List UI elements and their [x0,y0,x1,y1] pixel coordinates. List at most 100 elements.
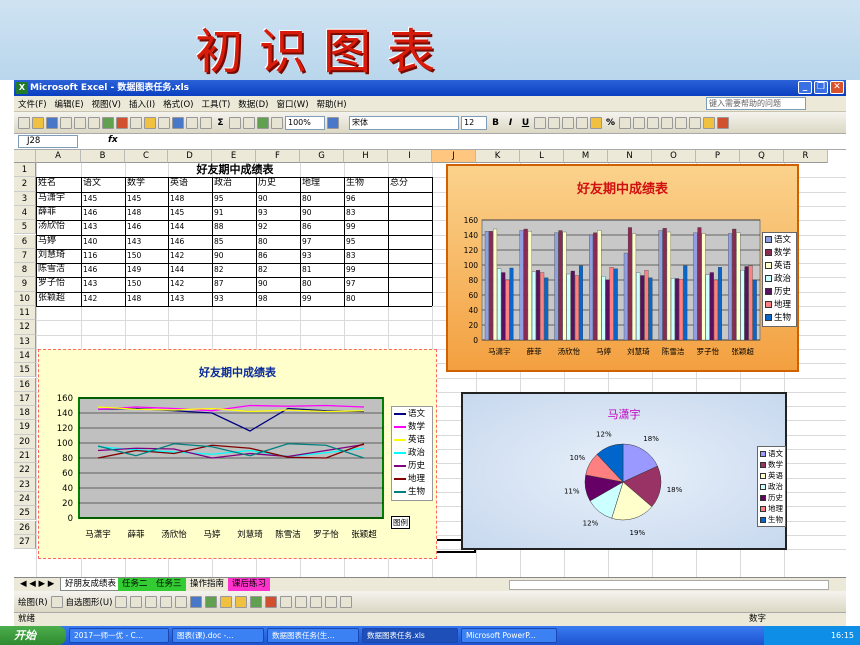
select-objects-icon[interactable] [50,595,63,608]
table-cell[interactable]: 90 [256,277,300,290]
table-cell[interactable]: 汤欣怡 [36,220,81,233]
table-cell[interactable]: 86 [256,249,300,262]
worksheet[interactable]: A B C D E F G H I J K L M N O P Q R 1 2 3 4 5 6 7 8 9 10 11 12 13 14 15 1… [14,150,846,577]
fill-color-icon[interactable] [703,116,715,129]
arrow-icon[interactable] [130,595,143,608]
row-header[interactable]: 8 [14,263,36,278]
row-header[interactable]: 22 [14,463,36,478]
menu-data[interactable]: 数据(D) [238,98,268,110]
fill-color-draw-icon[interactable] [235,595,248,608]
row-header[interactable]: 25 [14,506,36,521]
menu-insert[interactable]: 插入(I) [129,98,155,110]
table-header-cell[interactable]: 英语 [168,177,212,190]
column-header[interactable]: N [608,150,652,163]
column-header[interactable]: G [300,150,344,163]
wordart-icon[interactable] [190,595,203,608]
column-header[interactable]: B [81,150,125,163]
dash-style-icon[interactable] [295,595,308,608]
menu-window[interactable]: 窗口(W) [276,98,308,110]
comma-icon[interactable] [619,116,631,129]
menu-file[interactable]: 文件(F) [18,98,47,110]
row-header[interactable]: 12 [14,320,36,335]
new-icon[interactable] [18,116,30,129]
table-cell[interactable]: 142 [81,292,125,305]
table-header-cell[interactable]: 地理 [300,177,344,190]
row-header[interactable]: 1 [14,163,36,178]
autoshapes-menu[interactable]: 自选图形(U) [66,596,113,608]
shadow-icon[interactable] [325,595,338,608]
table-header-cell[interactable]: 数学 [125,177,168,190]
help-icon[interactable] [327,116,339,129]
table-cell[interactable]: 95 [344,235,388,248]
taskbar-item[interactable]: 数据图表任务(生... [267,628,359,643]
clipart-icon[interactable] [205,595,218,608]
table-cell[interactable]: 96 [344,192,388,205]
sort-asc-icon[interactable] [229,116,241,129]
table-header-cell[interactable]: 历史 [256,177,300,190]
font-select[interactable]: 宋体 [349,115,459,130]
column-header[interactable]: D [168,150,212,163]
table-cell[interactable]: 93 [212,292,256,305]
row-header[interactable]: 26 [14,520,36,535]
row-header[interactable]: 6 [14,234,36,249]
table-cell[interactable]: 张颖超 [36,292,81,305]
table-cell[interactable]: 146 [81,263,125,276]
row-header[interactable]: 27 [14,534,36,550]
table-cell[interactable]: 83 [344,249,388,262]
line-chart[interactable]: 好友期中成绩表 0 20 40 60 80 100 120 140 160 马潇宇 薛菲 汤欣怡 马婷 刘慧… [38,349,437,559]
row-header[interactable]: 2 [14,177,36,192]
hyperlink-icon[interactable] [200,116,212,129]
row-header[interactable]: 23 [14,477,36,492]
horizontal-scrollbar[interactable] [509,580,829,590]
table-cell[interactable]: 144 [168,220,212,233]
column-header[interactable]: H [344,150,388,163]
restore-button[interactable]: ❐ [814,81,828,94]
row-header[interactable]: 19 [14,420,36,435]
menu-format[interactable]: 格式(O) [163,98,193,110]
format-painter-icon[interactable] [158,116,170,129]
font-color-icon[interactable] [717,116,729,129]
row-header[interactable]: 16 [14,377,36,392]
textbox-icon[interactable] [175,595,188,608]
table-cell[interactable]: 99 [344,263,388,276]
table-cell[interactable]: 87 [212,277,256,290]
table-cell[interactable]: 92 [256,220,300,233]
table-cell[interactable]: 99 [300,292,344,305]
align-right-icon[interactable] [562,116,574,129]
row-header[interactable]: 7 [14,248,36,264]
column-header[interactable]: Q [740,150,784,163]
paste-icon[interactable] [144,116,156,129]
font-color-draw-icon[interactable] [265,595,278,608]
table-cell[interactable]: 99 [344,220,388,233]
table-cell[interactable]: 143 [168,292,212,305]
save-icon[interactable] [46,116,58,129]
row-header[interactable]: 15 [14,363,36,378]
permission-icon[interactable] [60,116,72,129]
row-header[interactable]: 4 [14,205,36,221]
menu-help[interactable]: 帮助(H) [317,98,347,110]
table-cell[interactable]: 145 [125,192,168,205]
table-cell[interactable]: 80 [256,235,300,248]
name-box[interactable]: J28 [18,135,78,148]
table-cell[interactable]: 148 [168,192,212,205]
currency-icon[interactable] [590,116,602,129]
table-cell[interactable]: 88 [212,220,256,233]
table-cell[interactable]: 143 [81,277,125,290]
row-header[interactable]: 21 [14,449,36,464]
merge-center-icon[interactable] [576,116,588,129]
table-cell[interactable]: 90 [212,249,256,262]
undo-icon[interactable] [172,116,184,129]
table-cell[interactable]: 85 [212,235,256,248]
menu-tools[interactable]: 工具(T) [201,98,230,110]
minimize-button[interactable]: _ [798,81,812,94]
italic-button[interactable]: I [504,118,517,128]
bar-chart[interactable]: 好友期中成绩表 0 20 40 60 80 100 120 140 160 马潇宇 薛菲 汤欣怡 马婷 刘慧… [446,164,799,372]
cut-icon[interactable] [116,116,128,129]
table-cell[interactable]: 90 [256,192,300,205]
table-cell[interactable]: 143 [81,220,125,233]
font-size-select[interactable]: 12 [461,115,487,130]
draw-menu[interactable]: 绘图(R) [18,596,48,608]
column-header[interactable]: R [784,150,828,163]
table-cell[interactable]: 145 [81,192,125,205]
table-cell[interactable]: 143 [125,235,168,248]
